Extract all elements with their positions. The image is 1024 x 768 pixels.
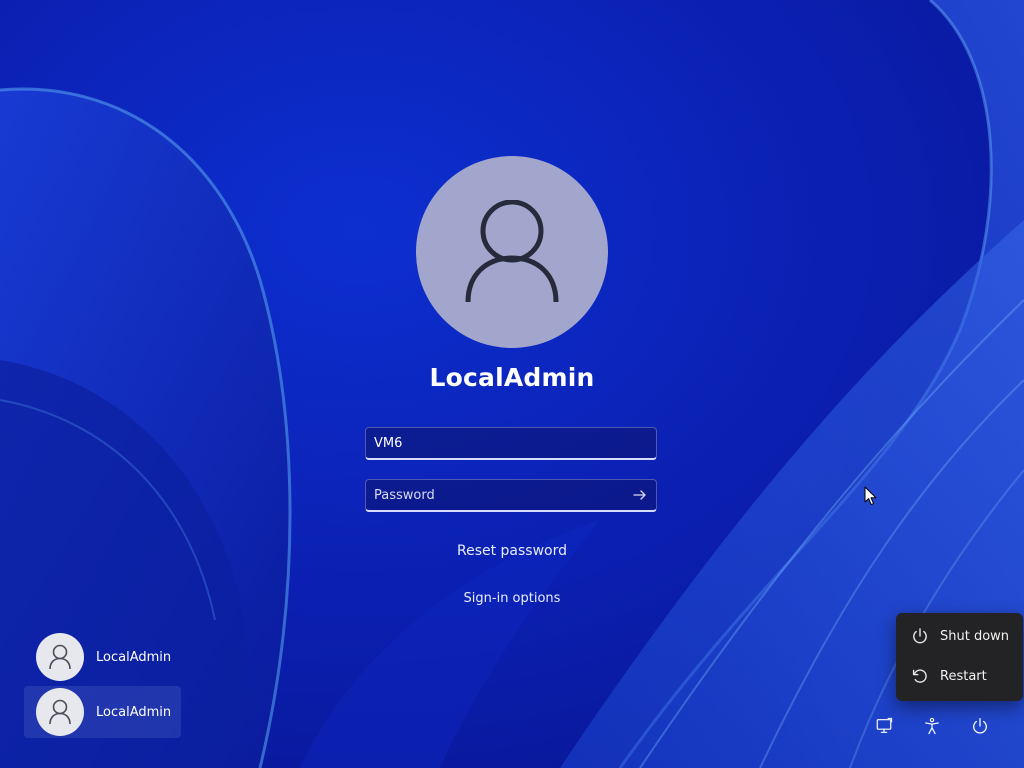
user-icon: [465, 200, 559, 303]
network-button[interactable]: [872, 714, 896, 738]
domain-field[interactable]: VM6: [365, 427, 657, 460]
accessibility-icon: [925, 717, 939, 735]
arrow-right-icon[interactable]: [632, 487, 648, 503]
password-placeholder: Password: [374, 487, 435, 503]
mouse-cursor-icon: [864, 486, 877, 506]
power-icon: [913, 628, 927, 644]
user-avatar: [416, 156, 608, 348]
accessibility-button[interactable]: [920, 714, 944, 738]
reset-password-link[interactable]: Reset password: [312, 543, 712, 559]
account-avatar: [36, 688, 84, 736]
account-item[interactable]: LocalAdmin: [24, 631, 181, 683]
domain-field-value: VM6: [374, 435, 403, 451]
user-icon: [49, 644, 71, 670]
lock-screen: LocalAdmin VM6 Password Reset password S…: [0, 0, 1024, 768]
restart-label: Restart: [940, 668, 987, 684]
account-avatar: [36, 633, 84, 681]
power-menu: Shut down Restart: [896, 613, 1023, 701]
account-label: LocalAdmin: [96, 649, 172, 665]
account-label: LocalAdmin: [96, 704, 172, 720]
network-icon: [876, 717, 893, 733]
power-icon: [973, 717, 987, 734]
signin-options-link[interactable]: Sign-in options: [312, 591, 712, 606]
account-item-selected[interactable]: LocalAdmin: [24, 686, 181, 738]
restart-menu-item[interactable]: Restart: [900, 658, 1019, 694]
user-icon: [49, 699, 71, 725]
shut-down-menu-item[interactable]: Shut down: [900, 618, 1019, 654]
restart-icon: [912, 669, 927, 683]
shut-down-label: Shut down: [940, 628, 1010, 644]
user-name: LocalAdmin: [429, 363, 595, 392]
password-field[interactable]: Password: [365, 479, 657, 512]
power-button[interactable]: [968, 714, 992, 738]
